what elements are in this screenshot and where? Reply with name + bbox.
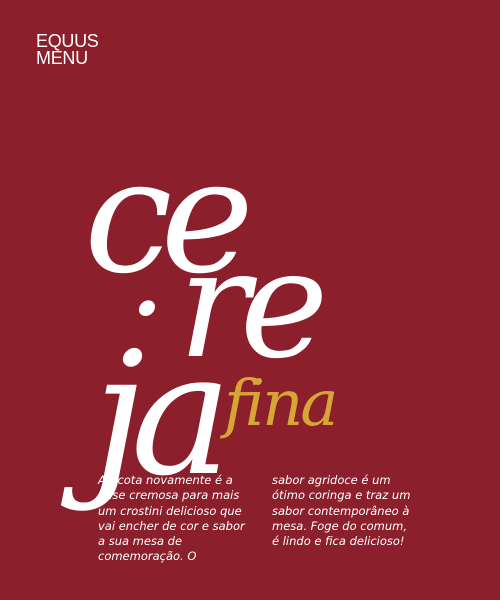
magazine-page: EQUUS MENU ce · re ja fina A ricota nova… [0, 0, 500, 600]
brand-line-2: MENU [36, 48, 88, 68]
headline-subtitle-fina: fina [224, 367, 339, 441]
brand-logo: EQUUS MENU [36, 32, 99, 68]
body-column-1: A ricota novamente é a base cremosa para… [98, 473, 254, 565]
body-paragraph-1: A ricota novamente é a base cremosa para… [98, 473, 245, 564]
body-paragraph-2: sabor agridoce é um ótimo coringa e traz… [272, 473, 411, 549]
body-column-2: sabor agridoce é um ótimo coringa e traz… [272, 473, 412, 549]
